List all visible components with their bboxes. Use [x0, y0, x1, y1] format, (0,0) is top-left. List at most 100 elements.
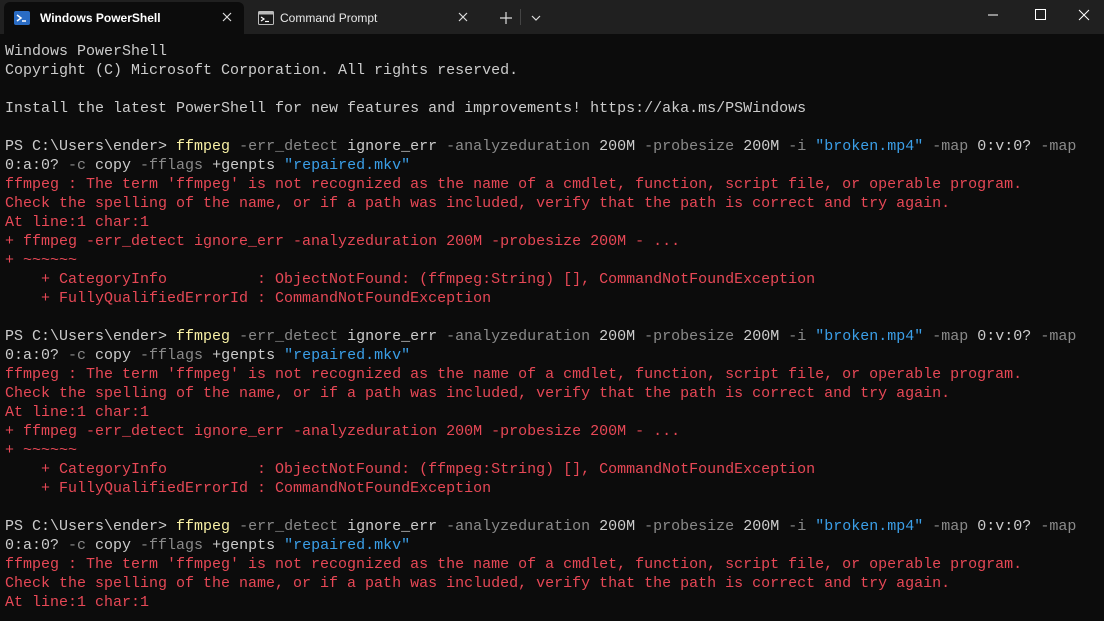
title-bar: Windows PowerShell Command Prompt — [0, 0, 1104, 34]
error-line: + ~~~~~~ — [5, 251, 1104, 270]
command-token: +genpts — [203, 537, 285, 554]
command-token: ffmpeg — [176, 328, 231, 345]
error-line: + FullyQualifiedErrorId : CommandNotFoun… — [5, 479, 1104, 498]
error-line: + ~~~~~~ — [5, 441, 1104, 460]
error-line: At line:1 char:1 — [5, 403, 1104, 422]
command-token — [230, 518, 239, 535]
command-token: -err_detect — [239, 518, 339, 535]
command-token — [806, 518, 815, 535]
tab-label: Windows PowerShell — [40, 11, 161, 25]
banner-line — [5, 118, 1104, 137]
command-token — [230, 328, 239, 345]
command-token: ignore_err — [338, 328, 447, 345]
error-line: Check the spelling of the name, or if a … — [5, 194, 1104, 213]
command-token: ffmpeg — [176, 138, 231, 155]
command-token: -fflags — [140, 347, 204, 364]
error-text: + CategoryInfo : ObjectNotFound: (ffmpeg… — [5, 461, 816, 478]
minimize-icon[interactable] — [970, 0, 1016, 30]
command-token: 200M — [734, 328, 789, 345]
error-text: + ~~~~~~ — [5, 252, 78, 269]
command-token — [806, 138, 815, 155]
command-token: 0:v:0? — [968, 518, 1041, 535]
error-text: Check the spelling of the name, or if a … — [5, 195, 951, 212]
tab-command-prompt[interactable]: Command Prompt — [248, 2, 480, 34]
command-token: -analyzeduration — [446, 138, 591, 155]
command-token: -map — [932, 138, 969, 155]
tab-label: Command Prompt — [280, 11, 378, 25]
command-token: ignore_err — [338, 518, 447, 535]
command-line-continuation: 0:a:0? -c copy -fflags +genpts "repaired… — [5, 346, 1104, 365]
error-text: At line:1 char:1 — [5, 214, 150, 231]
command-token: 200M — [590, 518, 645, 535]
error-line: + CategoryInfo : ObjectNotFound: (ffmpeg… — [5, 270, 1104, 289]
command-token: -probesize — [644, 138, 735, 155]
error-line — [5, 308, 1104, 327]
command-line: PS C:\Users\ender> ffmpeg -err_detect ig… — [5, 137, 1104, 156]
error-line: + ffmpeg -err_detect ignore_err -analyze… — [5, 422, 1104, 441]
command-token: +genpts — [203, 347, 285, 364]
command-token: 0:v:0? — [968, 138, 1041, 155]
command-token: -fflags — [140, 537, 204, 554]
error-text: ffmpeg : The term 'ffmpeg' is not recogn… — [5, 366, 1023, 383]
command-token — [923, 328, 932, 345]
banner-text: Copyright (C) Microsoft Corporation. All… — [5, 62, 519, 79]
error-line: + CategoryInfo : ObjectNotFound: (ffmpeg… — [5, 460, 1104, 479]
command-token: 200M — [734, 138, 789, 155]
command-token: -probesize — [644, 518, 735, 535]
command-token: 0:a:0? — [5, 157, 69, 174]
command-token: -map — [932, 328, 969, 345]
error-line: At line:1 char:1 — [5, 593, 1104, 612]
command-token: -map — [1040, 518, 1077, 535]
error-text: + ~~~~~~ — [5, 442, 78, 459]
command-token: -i — [788, 138, 807, 155]
error-text: + ffmpeg -err_detect ignore_err -analyze… — [5, 423, 681, 440]
window-close-icon[interactable] — [1064, 0, 1104, 30]
error-line: ffmpeg : The term 'ffmpeg' is not recogn… — [5, 555, 1104, 574]
powershell-icon — [14, 11, 30, 25]
error-line: Check the spelling of the name, or if a … — [5, 384, 1104, 403]
command-token — [923, 518, 932, 535]
prompt: PS C:\Users\ender> — [5, 518, 177, 535]
command-token: -map — [1040, 138, 1077, 155]
command-token: "broken.mp4" — [815, 328, 924, 345]
command-token: 200M — [590, 328, 645, 345]
chevron-down-icon[interactable] — [526, 8, 546, 28]
tab-windows-powershell[interactable]: Windows PowerShell — [4, 2, 244, 34]
command-token: -analyzeduration — [446, 518, 591, 535]
command-token: -c — [68, 537, 87, 554]
banner-line — [5, 80, 1104, 99]
maximize-icon[interactable] — [1017, 0, 1063, 30]
command-token: -map — [932, 518, 969, 535]
command-token: "broken.mp4" — [815, 138, 924, 155]
banner-text: Install the latest PowerShell for new fe… — [5, 100, 807, 117]
banner-line: Copyright (C) Microsoft Corporation. All… — [5, 61, 1104, 80]
error-text: + CategoryInfo : ObjectNotFound: (ffmpeg… — [5, 271, 816, 288]
command-token: "repaired.mkv" — [284, 537, 411, 554]
command-token — [923, 138, 932, 155]
close-icon[interactable] — [456, 10, 470, 24]
command-token: -probesize — [644, 328, 735, 345]
cmd-icon — [258, 11, 274, 25]
command-token: 0:a:0? — [5, 347, 69, 364]
error-text: Check the spelling of the name, or if a … — [5, 385, 951, 402]
command-token: -i — [788, 328, 807, 345]
error-text: ffmpeg : The term 'ffmpeg' is not recogn… — [5, 176, 1023, 193]
error-line: ffmpeg : The term 'ffmpeg' is not recogn… — [5, 365, 1104, 384]
banner-line: Windows PowerShell — [5, 42, 1104, 61]
command-token: "repaired.mkv" — [284, 157, 411, 174]
close-icon[interactable] — [220, 10, 234, 24]
error-text: + ffmpeg -err_detect ignore_err -analyze… — [5, 233, 681, 250]
command-line-continuation: 0:a:0? -c copy -fflags +genpts "repaired… — [5, 536, 1104, 555]
error-text: ffmpeg : The term 'ffmpeg' is not recogn… — [5, 556, 1023, 573]
command-line: PS C:\Users\ender> ffmpeg -err_detect ig… — [5, 517, 1104, 536]
command-token: 200M — [590, 138, 645, 155]
command-token: -map — [1040, 328, 1077, 345]
new-tab-icon[interactable] — [496, 8, 516, 28]
error-text: At line:1 char:1 — [5, 404, 150, 421]
prompt: PS C:\Users\ender> — [5, 138, 177, 155]
terminal-output[interactable]: Windows PowerShell Copyright (C) Microsof… — [0, 34, 1104, 621]
command-token: copy — [86, 157, 141, 174]
command-token: 200M — [734, 518, 789, 535]
command-token: -analyzeduration — [446, 328, 591, 345]
command-token: +genpts — [203, 157, 285, 174]
